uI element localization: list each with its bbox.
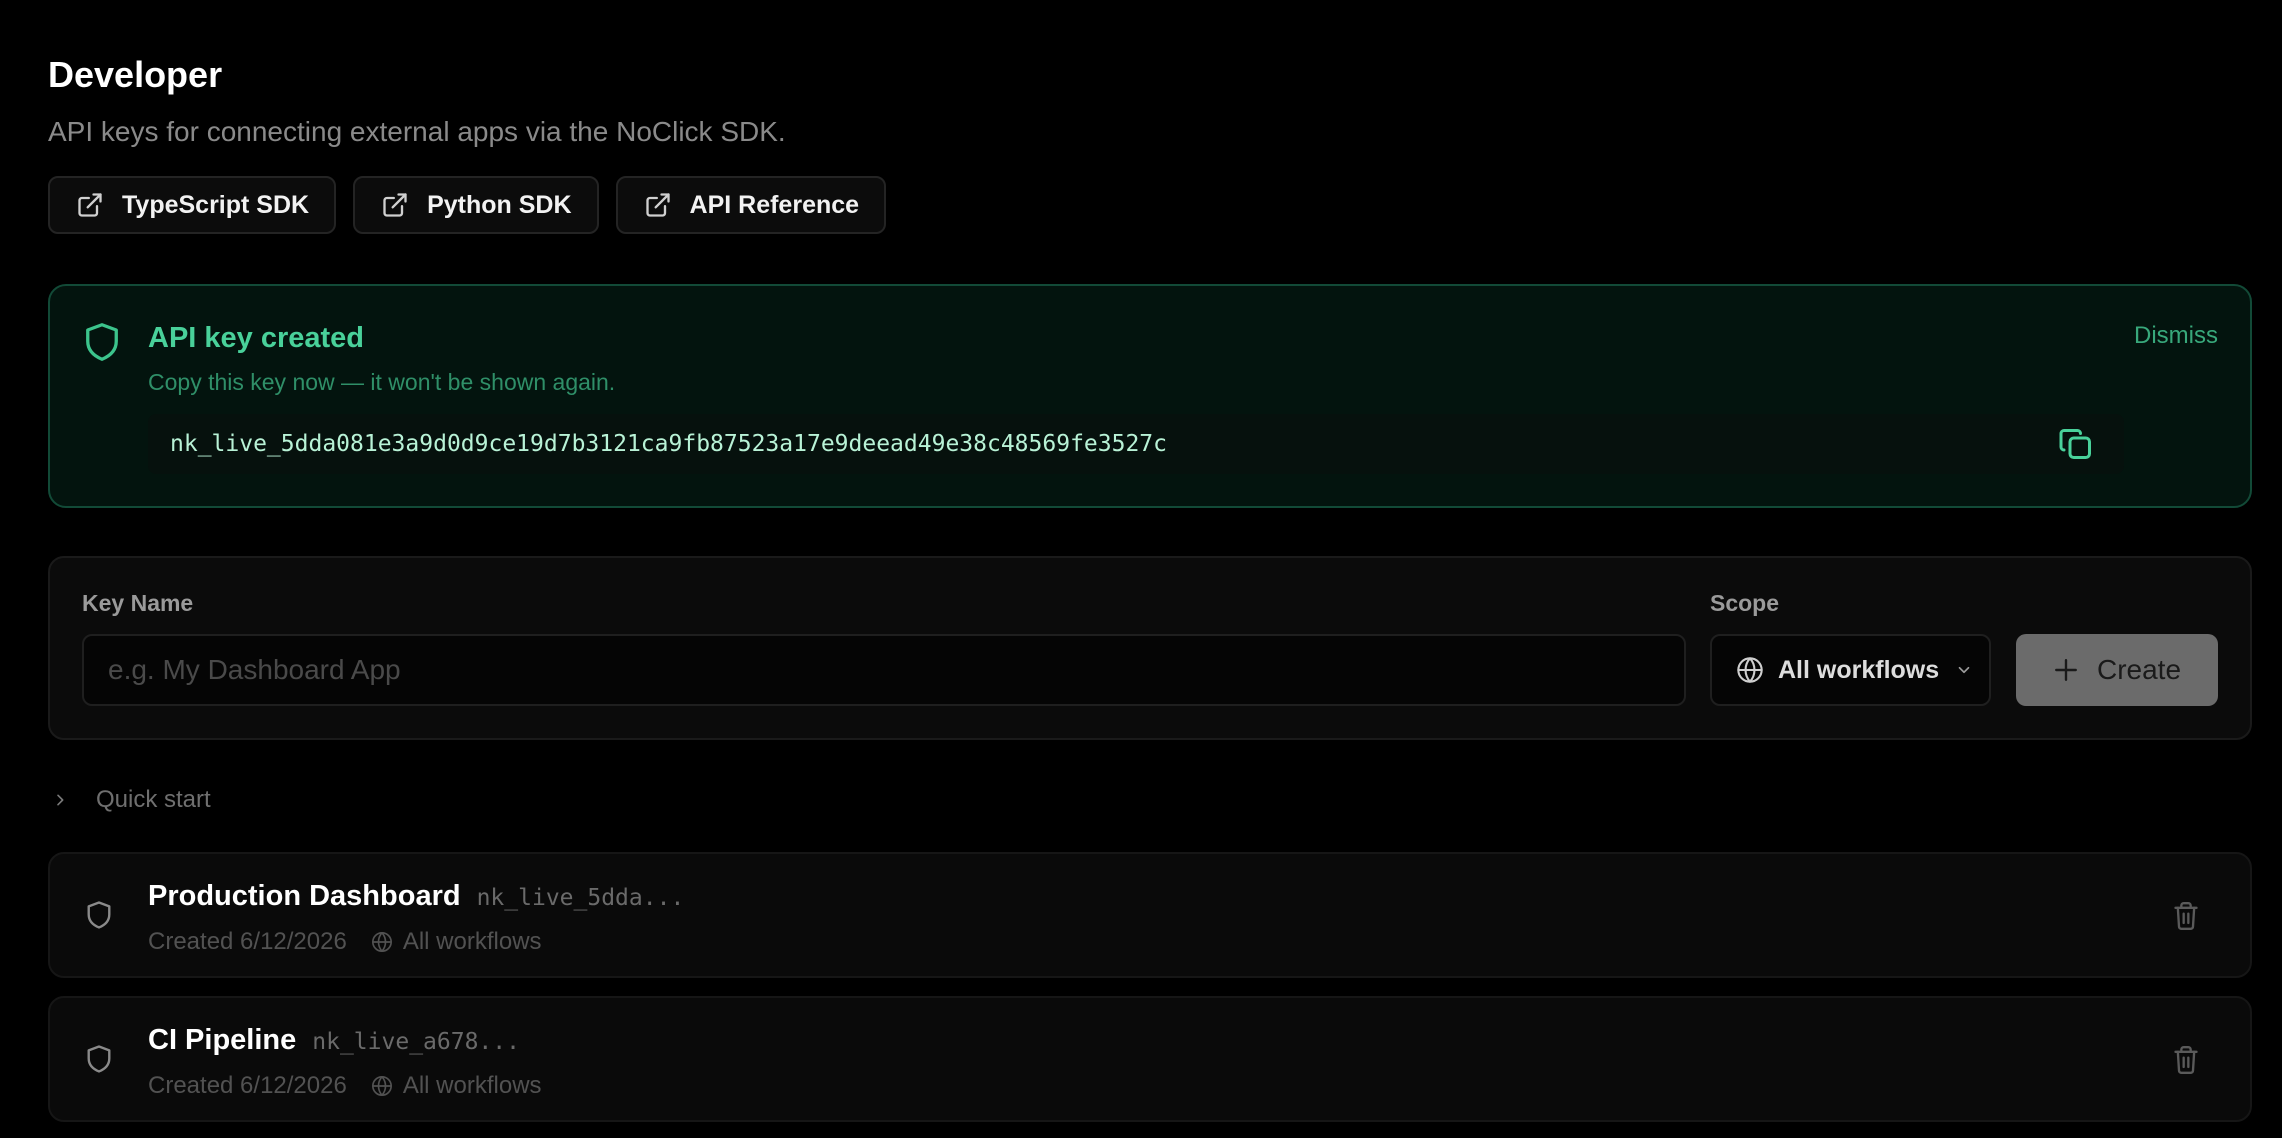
scope-value: All workflows [1778,655,1940,684]
key-row-header: CI Pipeline nk_live_a678... [148,1024,520,1057]
shield-icon [86,323,118,361]
key-name: CI Pipeline [148,1024,297,1056]
quick-start-label: Quick start [96,786,211,813]
key-name-input[interactable] [82,634,1686,706]
key-prefix: nk_live_a678... [312,1029,520,1055]
dismiss-button[interactable]: Dismiss [2134,320,2218,352]
create-button[interactable]: Create [2016,634,2218,706]
key-row-header: Production Dashboard nk_live_5dda... [148,880,684,913]
banner-subtitle: Copy this key now — it won't be shown ag… [148,369,616,395]
api-key-value[interactable]: nk_live_5dda081e3a9d0d9ce19d7b3121ca9fb8… [148,414,2124,474]
sdk-links: TypeScript SDK Python SDK API Reference [48,176,887,234]
api-reference-label: API Reference [689,190,860,219]
trash-icon[interactable] [2172,1044,2200,1076]
chevron-down-icon [1958,666,1970,674]
key-created-date: Created 6/12/2026 [148,928,347,955]
globe-icon [1737,657,1763,683]
python-sdk-link[interactable]: Python SDK [353,176,599,234]
key-prefix: nk_live_5dda... [476,885,685,911]
api-key-row: CI Pipeline nk_live_a678... Created 6/12… [48,996,2252,1122]
page-subtitle: API keys for connecting external apps vi… [48,116,786,147]
external-link-icon [78,193,102,217]
shield-icon [87,1045,111,1073]
api-key-row: Production Dashboard nk_live_5dda... Cre… [48,852,2252,978]
typescript-sdk-link[interactable]: TypeScript SDK [48,176,337,234]
key-scope: All workflows [371,928,542,956]
copy-icon[interactable] [2058,426,2094,462]
scope-select[interactable]: All workflows [1710,634,1991,706]
typescript-sdk-label: TypeScript SDK [122,190,310,219]
globe-icon [371,1076,392,1096]
banner-title: API key created [148,322,365,354]
key-name-label: Key Name [82,590,194,616]
external-link-icon [645,193,670,217]
shield-icon [87,901,111,929]
key-created-banner: API key created Copy this key now — it w… [48,284,2252,508]
create-button-label: Create [2096,654,2182,685]
quick-start-toggle[interactable]: Quick start [48,786,211,814]
key-meta: Created 6/12/2026 All workflows [148,1072,542,1100]
trash-icon[interactable] [2172,900,2200,932]
key-name: Production Dashboard [148,880,461,912]
key-scope-label: All workflows [402,928,542,955]
create-key-form: Key Name Scope All workflows Create [48,556,2252,740]
api-reference-link[interactable]: API Reference [615,176,887,234]
key-scope-label: All workflows [402,1072,542,1099]
plus-icon [2055,659,2077,681]
python-sdk-label: Python SDK [427,190,572,219]
scope-label: Scope [1710,590,1780,616]
key-meta: Created 6/12/2026 All workflows [148,928,542,956]
globe-icon [371,932,392,952]
key-scope: All workflows [371,1072,542,1100]
external-link-icon [383,193,407,217]
chevron-right-icon [57,794,64,806]
page-title: Developer [48,54,223,95]
key-created-date: Created 6/12/2026 [148,1072,347,1099]
